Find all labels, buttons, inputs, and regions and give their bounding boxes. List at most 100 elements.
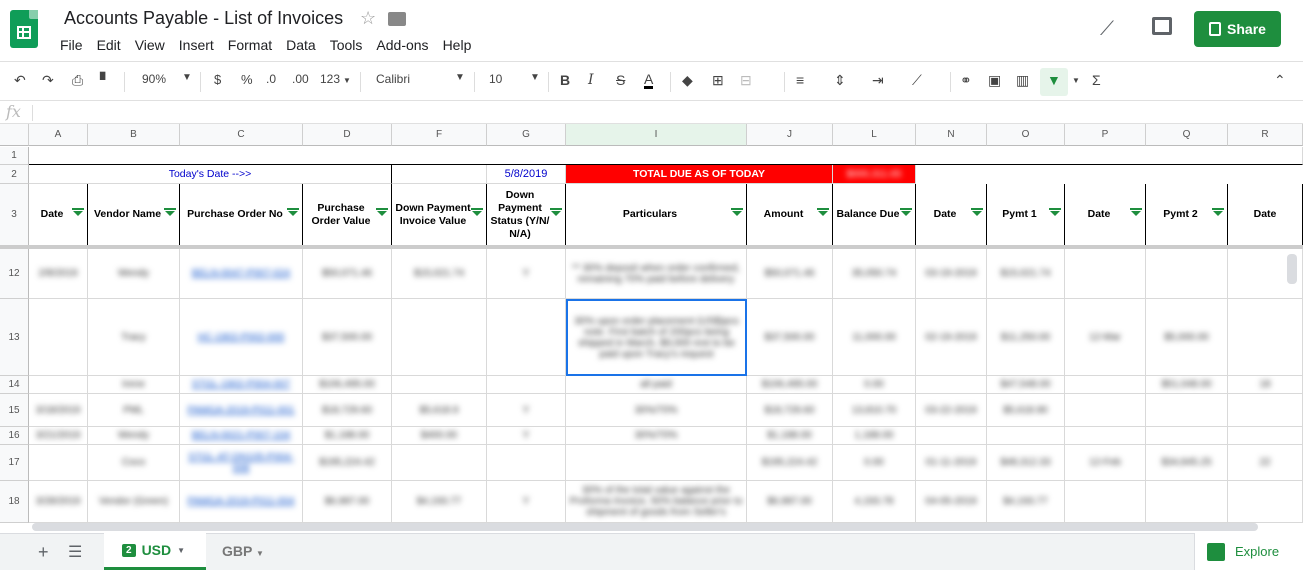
filter-icon[interactable] — [287, 207, 299, 216]
merge-cells-icon[interactable]: ⊟ — [740, 72, 752, 89]
table-cell[interactable] — [1065, 427, 1146, 445]
vertical-scrollbar[interactable] — [1287, 254, 1297, 284]
header-date-3[interactable]: Date — [1228, 184, 1303, 246]
table-cell[interactable] — [392, 445, 487, 481]
table-cell[interactable]: STGL-AT-DN105-P004-008 — [180, 445, 303, 481]
table-cell[interactable]: 03-19-2019 — [916, 249, 987, 299]
table-cell[interactable]: $6,987.00 — [303, 481, 392, 523]
header-down-payment-invoice-value[interactable]: Down Payment Invoice Value — [392, 184, 487, 246]
activity-trend-icon[interactable]: ⟋ — [1100, 18, 1114, 41]
menu-help[interactable]: Help — [443, 37, 472, 53]
row-1-empty[interactable] — [29, 147, 1303, 165]
table-cell[interactable]: $18,729.60 — [747, 394, 833, 427]
table-cell[interactable]: $1,188.00 — [303, 427, 392, 445]
more-formats-dropdown-icon[interactable]: ▼ — [343, 76, 351, 85]
sheet-tab-gbp[interactable]: GBP ▼ — [222, 543, 264, 559]
table-cell[interactable]: 3/28/2019 — [29, 481, 88, 523]
header-down-payment-status[interactable]: Down Payment Status (Y/N/ N/A) — [487, 184, 566, 246]
table-cell[interactable] — [1065, 376, 1146, 394]
menu-format[interactable]: Format — [228, 37, 272, 53]
table-cell[interactable]: $15,021.74 — [987, 249, 1065, 299]
star-icon[interactable]: ☆ — [360, 8, 376, 29]
table-cell[interactable]: 3/18/2019 — [29, 394, 88, 427]
table-cell[interactable]: 4,193.78 — [833, 481, 916, 523]
table-cell[interactable]: 11,000.00 — [833, 299, 916, 376]
zoom-select[interactable]: 90% — [142, 72, 166, 86]
filter-icon[interactable] — [1212, 207, 1224, 216]
menu-data[interactable]: Data — [286, 37, 316, 53]
table-cell[interactable]: BELN-0021-P007-104 — [180, 427, 303, 445]
table-cell[interactable]: $50,071.46 — [303, 249, 392, 299]
menu-tools[interactable]: Tools — [330, 37, 363, 53]
table-cell[interactable]: $5,618.90 — [987, 394, 1065, 427]
table-cell[interactable]: $4,193.77 — [987, 481, 1065, 523]
table-cell[interactable] — [1146, 394, 1228, 427]
table-cell[interactable]: 1,188.00 — [833, 427, 916, 445]
row-header[interactable]: 15 — [0, 394, 29, 427]
menu-view[interactable]: View — [135, 37, 165, 53]
table-cell[interactable]: $400.00 — [392, 427, 487, 445]
row-header[interactable]: 2 — [0, 165, 29, 184]
header-pymt-2[interactable]: Pymt 2 — [1146, 184, 1228, 246]
table-cell[interactable]: $5,000.00 — [1146, 299, 1228, 376]
table-cell[interactable]: Y — [487, 427, 566, 445]
strikethrough-icon[interactable]: S — [616, 72, 625, 88]
select-all-corner[interactable] — [0, 124, 29, 146]
table-cell[interactable]: 12-Mar — [1065, 299, 1146, 376]
table-cell[interactable]: $51,048.00 — [1146, 376, 1228, 394]
table-cell[interactable] — [1228, 481, 1303, 523]
filter-icon[interactable] — [971, 207, 983, 216]
column-header-n[interactable]: N — [916, 124, 987, 146]
column-header-d[interactable]: D — [303, 124, 392, 146]
column-header-i[interactable]: I — [566, 124, 747, 146]
table-cell[interactable] — [1228, 427, 1303, 445]
filter-dropdown-icon[interactable]: ▼ — [1072, 76, 1080, 85]
filter-icon[interactable] — [731, 207, 743, 216]
collapse-toolbar-icon[interactable]: ⌃ — [1274, 72, 1286, 89]
row-header[interactable]: 3 — [0, 184, 29, 246]
text-wrapping-icon[interactable]: ⇥ — [872, 72, 884, 89]
table-cell[interactable]: 02-19-2019 — [916, 299, 987, 376]
filter-icon[interactable] — [376, 207, 388, 216]
vertical-align-icon[interactable]: ⇕ — [834, 72, 846, 89]
table-cell[interactable]: $4,193.77 — [392, 481, 487, 523]
insert-link-icon[interactable]: ⚭ — [960, 72, 972, 89]
filter-icon[interactable] — [471, 207, 483, 216]
all-sheets-icon[interactable]: ☰ — [68, 542, 82, 562]
sheets-logo-icon[interactable] — [10, 10, 38, 48]
column-header-l[interactable]: L — [833, 124, 916, 146]
bold-icon[interactable]: B — [560, 72, 570, 88]
table-cell[interactable]: $47,548.00 — [987, 376, 1065, 394]
todays-date-label[interactable]: Today's Date -->> — [29, 165, 392, 184]
column-header-o[interactable]: O — [987, 124, 1065, 146]
table-cell[interactable]: $11,250.00 — [987, 299, 1065, 376]
column-header-j[interactable]: J — [747, 124, 833, 146]
currency-format-button[interactable]: $ — [214, 72, 221, 87]
table-cell[interactable] — [29, 299, 88, 376]
fill-color-icon[interactable]: ◆ — [682, 72, 693, 89]
font-size-select[interactable]: 10 — [489, 72, 502, 86]
insert-comment-icon[interactable]: ▣ — [988, 72, 1001, 89]
chevron-down-icon[interactable]: ▼ — [256, 549, 264, 558]
table-cell[interactable]: $37,500.00 — [303, 299, 392, 376]
table-cell[interactable]: $195,224.42 — [747, 445, 833, 481]
table-cell[interactable]: $106,495.00 — [303, 376, 392, 394]
row-header[interactable]: 13 — [0, 299, 29, 376]
more-formats-button[interactable]: 123 — [320, 72, 340, 86]
decrease-decimal-button[interactable]: .0 — [266, 72, 276, 86]
table-cell[interactable]: 04-05-2019 — [916, 481, 987, 523]
total-due-cell[interactable]: $000,311.65 — [833, 165, 916, 184]
table-cell[interactable]: 01-11-2019 — [916, 445, 987, 481]
table-cell[interactable]: $34,845.25 — [1146, 445, 1228, 481]
explore-button[interactable]: Explore — [1194, 533, 1303, 570]
row-header[interactable]: 1 — [0, 147, 29, 165]
sheet-tab-usd[interactable]: 2 USD ▼ — [104, 533, 206, 570]
formula-input[interactable] — [40, 105, 1290, 121]
table-cell[interactable]: 18 — [1228, 376, 1303, 394]
table-cell[interactable]: Wendy — [88, 427, 180, 445]
table-cell[interactable] — [1065, 394, 1146, 427]
font-select[interactable]: Calibri — [376, 72, 410, 86]
table-cell[interactable]: $18,729.60 — [303, 394, 392, 427]
table-cell[interactable] — [916, 427, 987, 445]
font-size-dropdown-icon[interactable]: ▼ — [530, 72, 540, 83]
